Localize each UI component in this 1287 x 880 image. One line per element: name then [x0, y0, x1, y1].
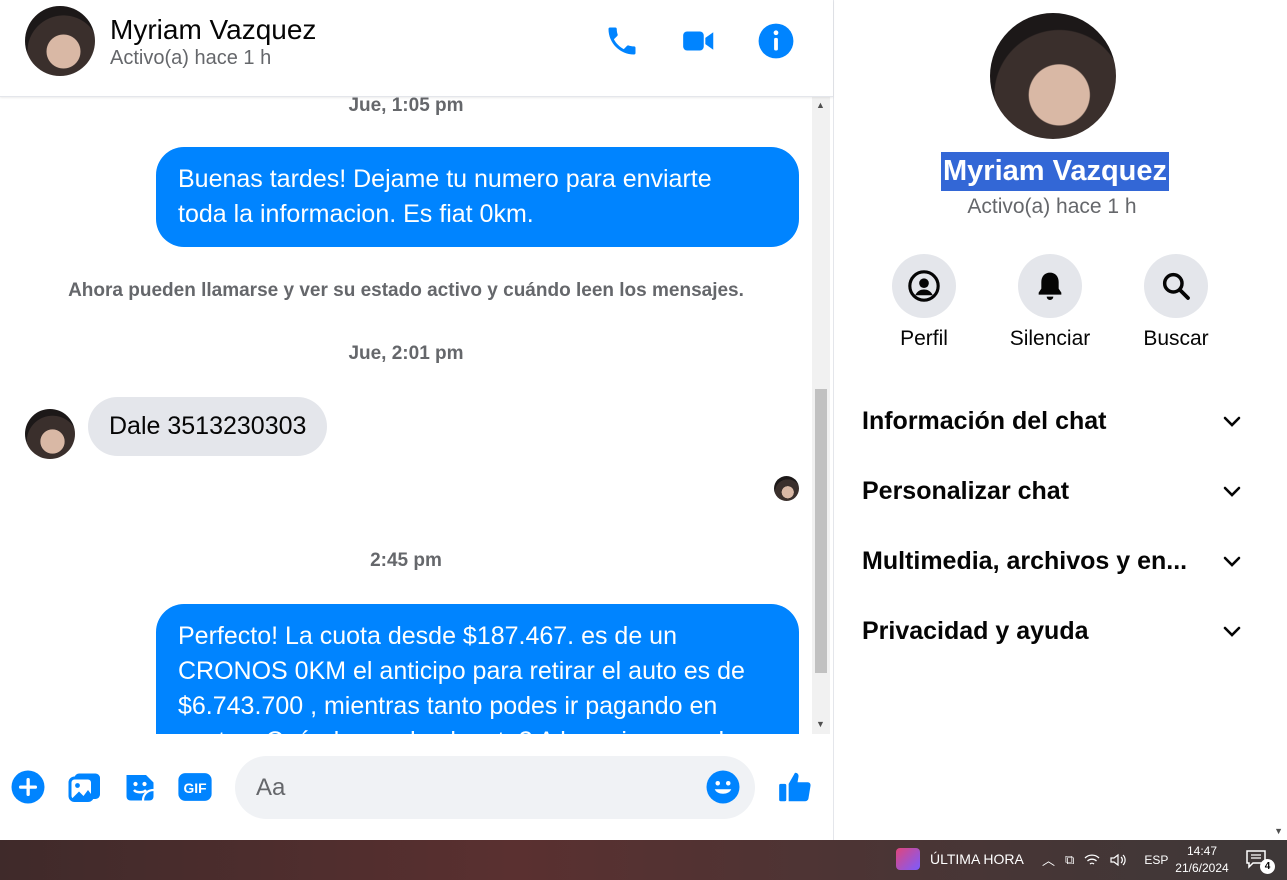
chevron-down-icon: [1223, 416, 1241, 427]
section-label: Multimedia, archivos y en...: [862, 546, 1188, 575]
mute-action-circle[interactable]: [1018, 254, 1082, 318]
bell-icon: [1038, 272, 1062, 300]
gif-button[interactable]: GIF: [177, 769, 213, 805]
mute-action-label: Silenciar: [1009, 327, 1091, 350]
section-customize-chat[interactable]: Personalizar chat: [862, 466, 1244, 516]
system-tray: ︿ ⧉ ESP: [1042, 850, 1168, 869]
like-button[interactable]: [775, 767, 815, 807]
news-label: ÚLTIMA HORA: [930, 851, 1024, 867]
contact-status: Activo(a) hace 1 h: [110, 47, 272, 69]
profile-avatar[interactable]: [990, 13, 1116, 139]
video-icon: [683, 31, 714, 51]
clock-time: 14:47: [1186, 844, 1218, 858]
message-line: Buenas tardes! Dejame tu numero para env…: [178, 165, 712, 193]
profile-action[interactable]: Perfil: [879, 254, 969, 351]
meet-icon[interactable]: ⧉: [1065, 852, 1074, 868]
message-line: Perfecto! La cuota desde $187.467. es de…: [178, 622, 677, 650]
messenger-app: Myriam Vazquez Activo(a) hace 1 h Jue, 1…: [0, 0, 1287, 840]
taskbar: ÚLTIMA HORA ︿ ⧉ ESP 14:47 21/6/2024 4: [0, 840, 1287, 880]
language-indicator[interactable]: ESP: [1144, 853, 1168, 867]
search-action-label: Buscar: [1143, 327, 1209, 350]
message-input[interactable]: [256, 770, 696, 806]
timestamp: Jue, 2:01 pm: [348, 343, 464, 364]
message-line: cuotas. Cuándo queda el resto? A lo mejo…: [178, 724, 777, 734]
wifi-icon[interactable]: [1084, 853, 1100, 867]
message-input-container: [235, 756, 755, 819]
section-label: Información del chat: [862, 406, 1107, 435]
volume-icon[interactable]: [1110, 853, 1128, 867]
section-label: Personalizar chat: [862, 476, 1070, 505]
sticker-button[interactable]: [122, 769, 158, 805]
info-icon: [758, 23, 794, 59]
mute-action[interactable]: Silenciar: [1005, 254, 1095, 351]
section-chat-info[interactable]: Información del chat: [862, 396, 1244, 446]
sender-avatar[interactable]: [25, 409, 75, 459]
like-icon: [779, 772, 811, 802]
read-receipt-avatar: [774, 476, 799, 501]
search-icon: [1162, 272, 1190, 300]
chevron-down-icon: [1223, 556, 1241, 567]
contact-name[interactable]: Myriam Vazquez: [110, 14, 316, 46]
section-media-files[interactable]: Multimedia, archivos y en...: [862, 536, 1244, 586]
section-privacy-help[interactable]: Privacidad y ayuda: [862, 606, 1244, 656]
message-line: $6.743.700 , mientras tanto podes ir pag…: [178, 692, 718, 720]
outgoing-message[interactable]: Perfecto! La cuota desde $187.467. es de…: [156, 604, 799, 734]
profile-action-circle[interactable]: [892, 254, 956, 318]
incoming-message[interactable]: Dale 3513230303: [88, 397, 328, 456]
chat-header: Myriam Vazquez Activo(a) hace 1 h: [0, 0, 833, 97]
news-icon: [896, 848, 920, 870]
chat-panel: Myriam Vazquez Activo(a) hace 1 h Jue, 1…: [0, 0, 833, 840]
timestamp: 2:45 pm: [370, 550, 442, 571]
svg-text:GIF: GIF: [183, 780, 206, 796]
sticker-icon: [126, 775, 154, 801]
phone-icon: [608, 27, 636, 55]
clock[interactable]: 14:47 21/6/2024: [1170, 843, 1234, 877]
gif-icon: GIF: [178, 773, 212, 801]
message-scrollbar[interactable]: ▲ ▼: [812, 97, 830, 734]
news-widget[interactable]: ÚLTIMA HORA: [896, 848, 1024, 870]
chat-notice: Ahora pueden llamarse y ver su estado ac…: [68, 280, 744, 301]
profile-action-label: Perfil: [900, 327, 948, 350]
emoji-button[interactable]: [705, 769, 741, 805]
contact-avatar[interactable]: [25, 6, 95, 76]
message-line: toda la informacion. Es fiat 0km.: [178, 200, 534, 228]
chevron-down-icon: [1223, 626, 1241, 637]
scroll-down-arrow[interactable]: ▼: [816, 719, 825, 729]
notification-count-badge: 4: [1260, 859, 1275, 874]
call-button[interactable]: [603, 22, 641, 60]
scroll-thumb[interactable]: [815, 389, 827, 673]
composer: GIF: [0, 734, 833, 840]
search-action[interactable]: Buscar: [1131, 254, 1221, 351]
more-actions-button[interactable]: [10, 769, 46, 805]
message-line: CRONOS 0KM el anticipo para retirar el a…: [178, 657, 745, 685]
info-button[interactable]: [757, 22, 795, 60]
clock-date: 21/6/2024: [1175, 861, 1229, 875]
panel-scroll-down-arrow[interactable]: ▼: [1274, 826, 1283, 836]
video-call-button[interactable]: [680, 22, 718, 60]
attach-image-button[interactable]: [67, 769, 103, 805]
plus-icon: [11, 770, 45, 804]
timestamp: Jue, 1:05 pm: [348, 97, 464, 116]
emoji-icon: [706, 770, 740, 804]
chat-info-panel: Myriam Vazquez Activo(a) hace 1 h Perfil…: [833, 0, 1287, 840]
section-label: Privacidad y ayuda: [862, 616, 1089, 645]
outgoing-message[interactable]: Buenas tardes! Dejame tu numero para env…: [156, 147, 799, 247]
scroll-up-arrow[interactable]: ▲: [816, 100, 825, 110]
message-list[interactable]: Jue, 1:05 pm Buenas tardes! Dejame tu nu…: [0, 97, 812, 734]
search-action-circle[interactable]: [1144, 254, 1208, 318]
profile-status: Activo(a) hace 1 h: [967, 195, 1137, 218]
chevron-down-icon: [1223, 486, 1241, 497]
image-icon: [68, 773, 100, 802]
profile-name[interactable]: Myriam Vazquez: [941, 152, 1170, 191]
notification-center-button[interactable]: 4: [1245, 849, 1275, 874]
chevron-up-icon[interactable]: ︿: [1042, 850, 1055, 869]
profile-icon: [908, 270, 940, 302]
